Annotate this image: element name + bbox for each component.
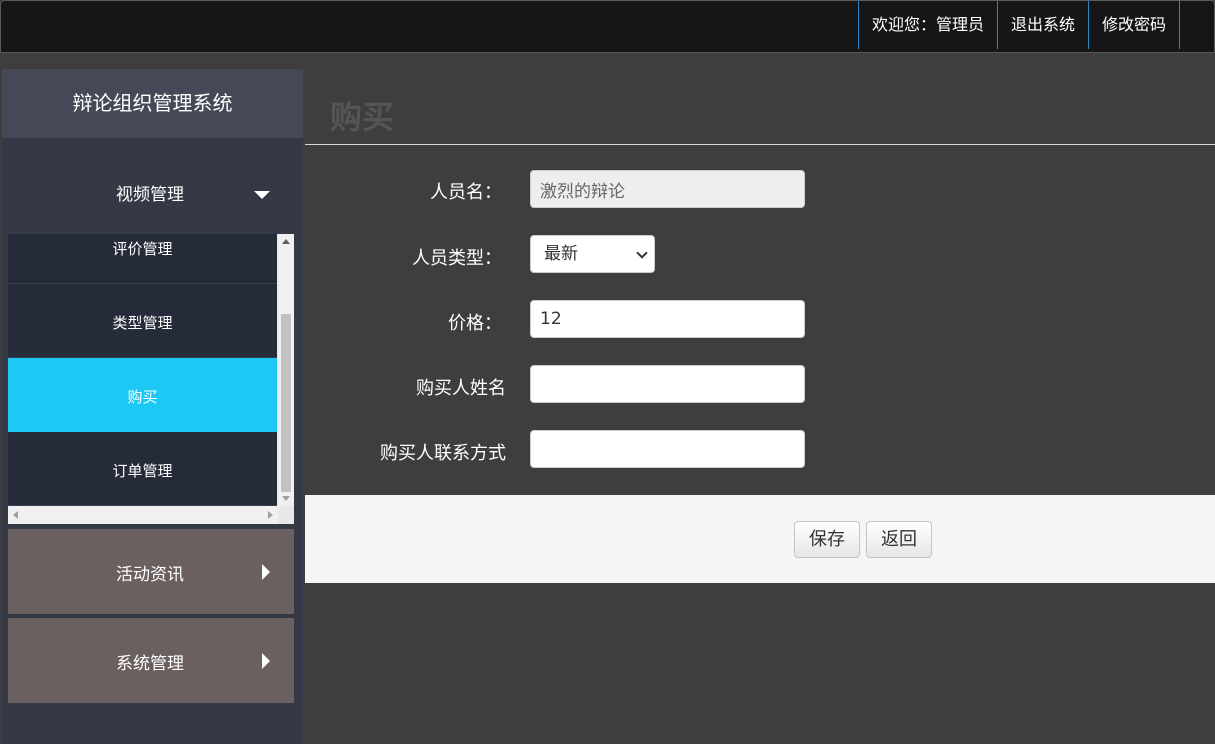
scroll-left-icon[interactable] xyxy=(13,511,18,519)
horizontal-scrollbar[interactable] xyxy=(8,506,278,524)
person-name-label: 人员名： xyxy=(430,182,502,203)
buyer-name-label: 购买人姓名 xyxy=(416,378,506,399)
person-type-value: 最新 xyxy=(544,244,578,264)
chevron-down-icon xyxy=(636,247,648,259)
change-password-link[interactable]: 修改密码 xyxy=(1087,1,1180,49)
price-field[interactable] xyxy=(530,300,805,338)
caret-right-icon xyxy=(262,564,270,580)
video-submenu: 评价管理 类型管理 购买 订单管理 xyxy=(8,234,294,524)
vertical-scrollbar[interactable] xyxy=(278,234,294,506)
buyer-contact-field[interactable] xyxy=(530,430,805,468)
top-bar: 欢迎您：管理员 退出系统 修改密码 xyxy=(0,0,1215,53)
price-label: 价格： xyxy=(448,313,502,334)
scroll-up-icon[interactable] xyxy=(282,239,290,244)
caret-right-icon xyxy=(262,653,270,669)
scroll-down-icon[interactable] xyxy=(282,496,290,501)
scroll-thumb[interactable] xyxy=(281,314,291,492)
logout-link[interactable]: 退出系统 xyxy=(996,1,1088,49)
page-title: 购买 xyxy=(330,98,395,136)
brand-title: 辩论组织管理系统 xyxy=(2,69,303,138)
sidebar-item-orders[interactable]: 订单管理 xyxy=(8,432,277,506)
sidebar-menu-activity[interactable]: 活动资讯 xyxy=(8,529,294,614)
welcome-text: 欢迎您：管理员 xyxy=(857,1,997,49)
person-type-label: 人员类型： xyxy=(412,248,502,269)
buyer-contact-label: 购买人联系方式 xyxy=(380,443,506,464)
sidebar-item-types[interactable]: 类型管理 xyxy=(8,284,277,358)
sidebar-item-purchase[interactable]: 购买 xyxy=(8,358,277,432)
person-type-select[interactable]: 最新 xyxy=(530,235,655,273)
sidebar-menu-label: 视频管理 xyxy=(116,185,184,205)
sidebar-item-reviews[interactable]: 评价管理 xyxy=(8,234,277,284)
buyer-name-field[interactable] xyxy=(530,365,805,403)
save-button[interactable]: 保存 xyxy=(794,521,860,558)
title-divider xyxy=(305,144,1215,145)
caret-down-icon xyxy=(254,191,270,199)
form-actions-bar xyxy=(305,495,1215,583)
top-nav: 欢迎您：管理员 退出系统 修改密码 xyxy=(857,1,1180,52)
sidebar-menu-label: 系统管理 xyxy=(116,654,184,674)
sidebar-menu-system[interactable]: 系统管理 xyxy=(8,618,294,703)
sidebar: 辩论组织管理系统 视频管理 评价管理 类型管理 购买 订单管理 活动资讯 系统管… xyxy=(2,69,303,744)
submenu-list: 评价管理 类型管理 购买 订单管理 xyxy=(8,234,277,506)
sidebar-menu-video[interactable]: 视频管理 xyxy=(2,149,303,234)
sidebar-menu-label: 活动资讯 xyxy=(116,565,184,585)
scroll-right-icon[interactable] xyxy=(268,511,273,519)
person-name-field[interactable] xyxy=(530,170,805,208)
back-button[interactable]: 返回 xyxy=(866,521,932,558)
